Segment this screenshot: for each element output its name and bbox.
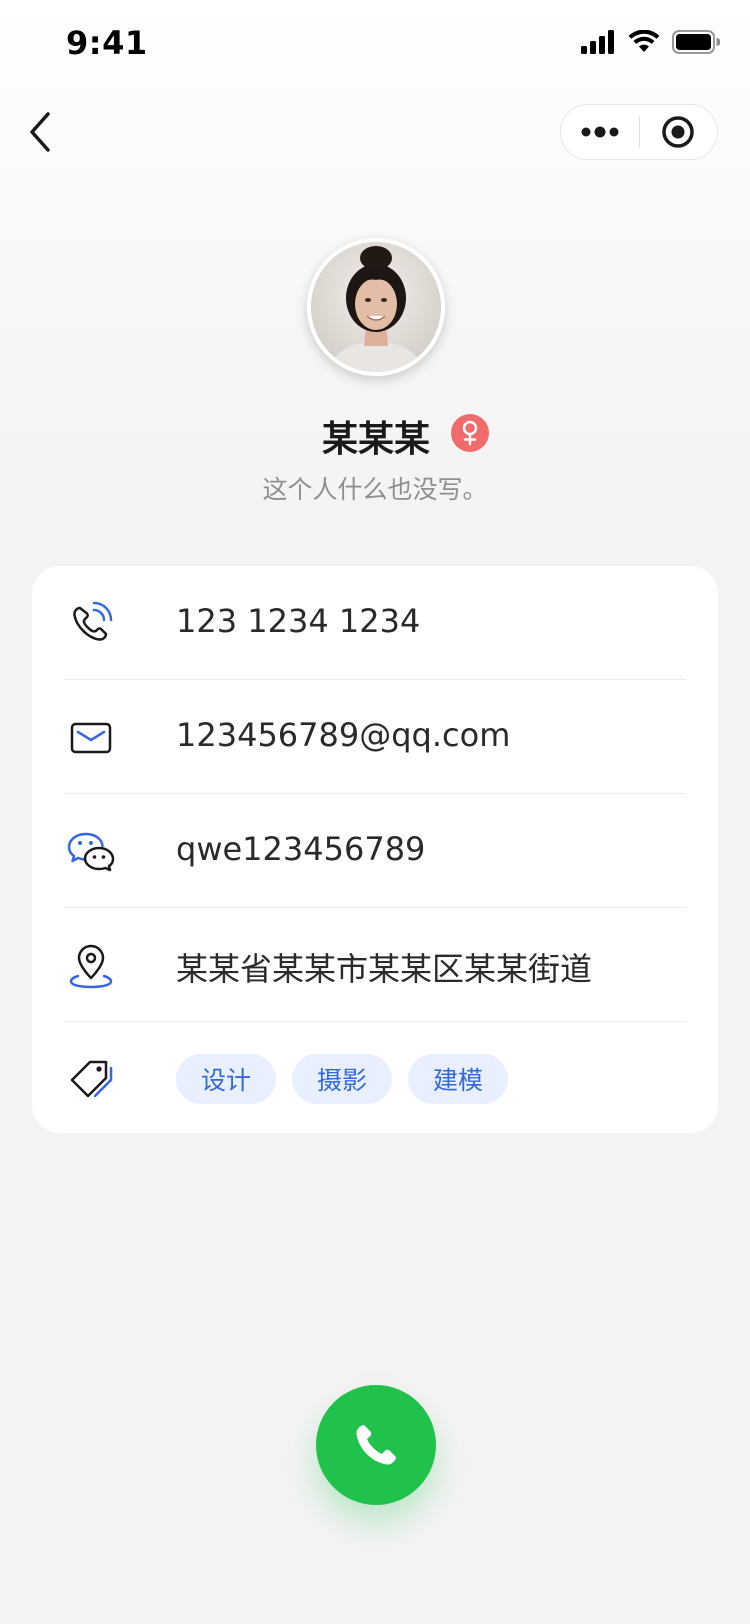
gender-badge <box>451 414 489 452</box>
female-icon <box>462 420 478 446</box>
contact-card: 123 1234 1234 123456789@qq.com qwe123456… <box>32 566 718 1133</box>
tag-chip[interactable]: 设计 <box>176 1054 276 1104</box>
tag-icon <box>70 1060 113 1098</box>
tag-chip[interactable]: 摄影 <box>292 1054 392 1104</box>
address-value: 某某省某某市某某区某某街道 <box>176 950 593 988</box>
call-icon <box>356 1425 396 1465</box>
signal-icon <box>581 30 614 54</box>
profile-bio: 这个人什么也没写。 <box>262 475 488 504</box>
wechat-icon <box>67 832 115 872</box>
status-time: 9:41 <box>66 24 148 62</box>
mini-program-capsule <box>560 104 718 160</box>
wifi-icon <box>628 30 660 52</box>
location-pin-icon <box>69 944 113 989</box>
avatar <box>307 238 445 376</box>
status-icons <box>580 30 720 54</box>
address-row[interactable]: 某某省某某市某某区某某街道 <box>64 908 686 1022</box>
status-bar: 9:41 <box>0 0 750 88</box>
more-button[interactable] <box>561 104 639 160</box>
avatar-portrait <box>311 242 441 372</box>
wechat-row[interactable]: qwe123456789 <box>64 794 686 908</box>
back-button[interactable] <box>22 108 62 156</box>
close-button[interactable] <box>640 104 718 160</box>
email-value: 123456789@qq.com <box>176 716 511 754</box>
profile-name: 某某某 <box>322 419 431 460</box>
name-row: 某某某 <box>0 404 750 460</box>
email-row[interactable]: 123456789@qq.com <box>64 680 686 794</box>
tags-row: 设计 摄影 建模 <box>64 1022 686 1136</box>
phone-row[interactable]: 123 1234 1234 <box>64 566 686 680</box>
call-button[interactable] <box>316 1385 436 1505</box>
phone-icon <box>73 601 113 641</box>
target-circle-icon <box>662 116 694 148</box>
tag-list: 设计 摄影 建模 <box>176 1054 508 1104</box>
tag-chip[interactable]: 建模 <box>408 1054 508 1104</box>
phone-value: 123 1234 1234 <box>176 602 421 640</box>
battery-icon <box>672 30 720 54</box>
wechat-value: qwe123456789 <box>176 830 426 868</box>
chevron-left-icon <box>30 112 50 152</box>
more-dots-icon <box>581 126 619 138</box>
mail-icon <box>70 722 112 754</box>
